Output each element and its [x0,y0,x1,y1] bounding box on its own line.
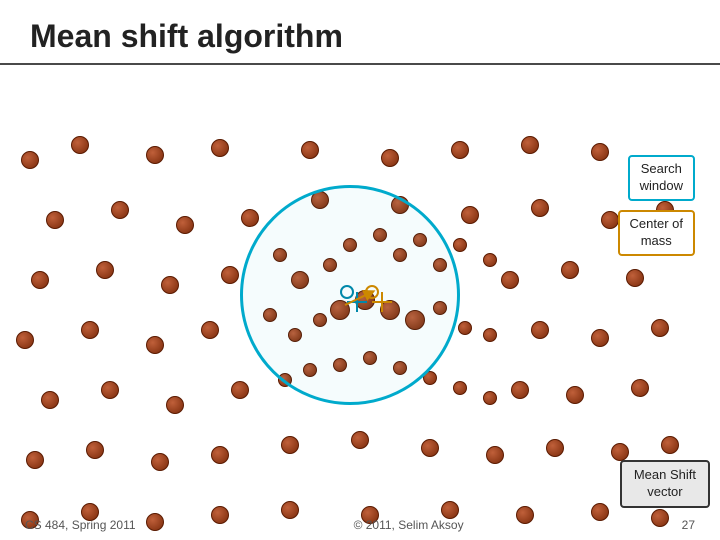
data-point [146,146,164,164]
data-point [176,216,194,234]
footer-page: 27 [682,518,695,532]
window-center-cross [347,292,367,312]
data-point [483,253,497,267]
data-point [521,136,539,154]
data-point [511,381,529,399]
data-point [483,328,497,342]
data-point [651,319,669,337]
data-point [16,331,34,349]
data-point [81,321,99,339]
data-point [161,276,179,294]
data-point [486,446,504,464]
legend-search-window: Searchwindow [628,155,695,201]
data-point [546,439,564,457]
data-point [561,261,579,279]
legend-mean-shift-vector: Mean Shiftvector [620,460,710,508]
data-point [151,453,169,471]
data-point [211,446,229,464]
data-point [661,436,679,454]
data-point [483,391,497,405]
data-point [21,151,39,169]
legend-search-window-label: Searchwindow [640,161,683,193]
data-point [231,381,249,399]
data-point [211,139,229,157]
data-point [591,329,609,347]
data-point [351,431,369,449]
data-point [46,211,64,229]
data-point [421,439,439,457]
data-point [381,149,399,167]
data-point [611,443,629,461]
data-point [501,271,519,289]
slide-title: Mean shift algorithm [30,18,343,54]
data-point [591,143,609,161]
title-area: Mean shift algorithm [0,0,720,65]
data-point [301,141,319,159]
data-point [461,206,479,224]
data-point [86,441,104,459]
data-point [601,211,619,229]
content-area: Searchwindow Center ofmass Mean Shiftvec… [0,70,720,540]
data-point [221,266,239,284]
data-point [146,336,164,354]
data-point [458,321,472,335]
data-point [111,201,129,219]
data-point [626,269,644,287]
mass-cross-circle [365,285,379,299]
footer: CS 484, Spring 2011 © 2011, Selim Aksoy … [0,518,720,532]
footer-course: CS 484, Spring 2011 [25,518,136,532]
data-point [41,391,59,409]
data-point [241,209,259,227]
data-point [453,238,467,252]
data-point [166,396,184,414]
window-center-circle [340,285,354,299]
data-point [96,261,114,279]
footer-copyright: © 2011, Selim Aksoy [354,518,464,532]
data-point [451,141,469,159]
data-point [26,451,44,469]
data-point [453,381,467,395]
data-point [71,136,89,154]
data-point [281,501,299,519]
legend-center-of-mass-label: Center ofmass [630,216,683,248]
data-point [281,436,299,454]
data-point [101,381,119,399]
data-point [566,386,584,404]
data-point [201,321,219,339]
data-point [441,501,459,519]
data-point [631,379,649,397]
legend-center-of-mass: Center ofmass [618,210,695,256]
center-of-mass-cross [372,292,392,312]
legend-mean-shift-vector-label: Mean Shiftvector [634,467,696,499]
data-point [31,271,49,289]
data-point [531,321,549,339]
slide: Mean shift algorithm Searchwindow [0,0,720,540]
data-point [531,199,549,217]
